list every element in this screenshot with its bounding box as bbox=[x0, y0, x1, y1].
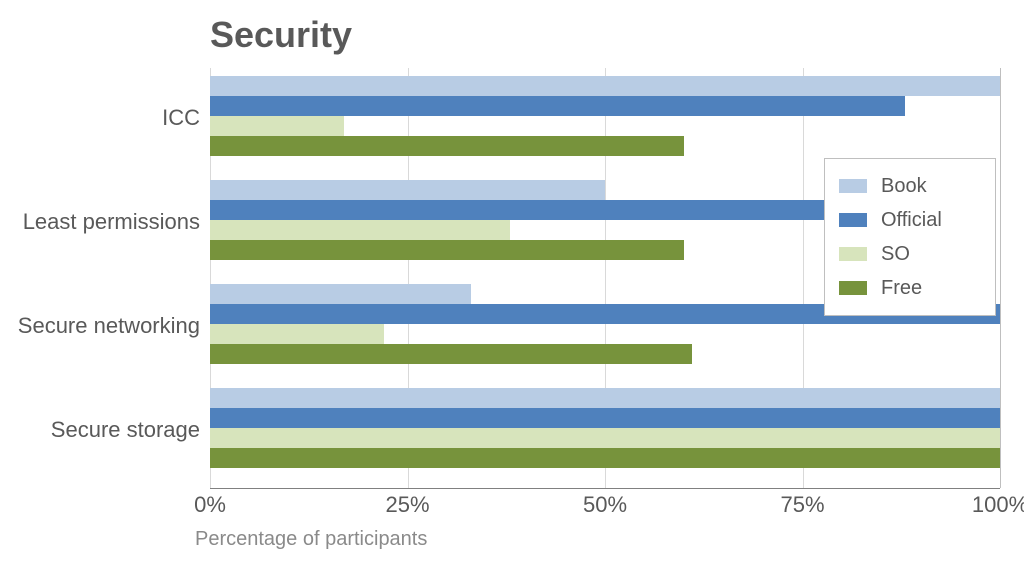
legend-item-so: SO bbox=[839, 237, 981, 271]
bar-icc-free bbox=[210, 136, 684, 156]
legend-label-book: Book bbox=[881, 175, 927, 198]
x-tick-100: 100% bbox=[972, 492, 1024, 518]
legend-label-free: Free bbox=[881, 277, 922, 300]
bar-icc-so bbox=[210, 116, 344, 136]
security-bar-chart: Security ICC Least permissions Secure ne… bbox=[0, 0, 1024, 572]
x-tick-0: 0% bbox=[194, 492, 226, 518]
bar-ss-free bbox=[210, 448, 1000, 468]
swatch-so bbox=[839, 247, 867, 261]
legend-item-free: Free bbox=[839, 271, 981, 305]
group-secure-storage bbox=[210, 388, 1000, 484]
y-tick-least-permissions: Least permissions bbox=[10, 210, 200, 234]
swatch-official bbox=[839, 213, 867, 227]
bar-sn-free bbox=[210, 344, 692, 364]
plot-area: Book Official SO Free bbox=[210, 68, 1000, 488]
bar-ss-so bbox=[210, 428, 1000, 448]
x-axis-label: Percentage of participants bbox=[195, 528, 427, 551]
swatch-free bbox=[839, 281, 867, 295]
legend-label-official: Official bbox=[881, 209, 942, 232]
bar-sn-so bbox=[210, 324, 384, 344]
legend-label-so: SO bbox=[881, 243, 910, 266]
bar-lp-book bbox=[210, 180, 605, 200]
x-tick-25: 25% bbox=[385, 492, 429, 518]
swatch-book bbox=[839, 179, 867, 193]
legend-item-official: Official bbox=[839, 203, 981, 237]
bar-icc-official bbox=[210, 96, 905, 116]
x-tick-50: 50% bbox=[583, 492, 627, 518]
gridline-100 bbox=[1000, 68, 1001, 488]
legend: Book Official SO Free bbox=[824, 158, 996, 316]
legend-item-book: Book bbox=[839, 169, 981, 203]
y-tick-secure-storage: Secure storage bbox=[10, 418, 200, 442]
bar-ss-official bbox=[210, 408, 1000, 428]
y-tick-secure-networking: Secure networking bbox=[10, 314, 200, 338]
bar-sn-book bbox=[210, 284, 471, 304]
bar-icc-book bbox=[210, 76, 1000, 96]
bar-lp-so bbox=[210, 220, 510, 240]
y-tick-icc: ICC bbox=[10, 106, 200, 130]
bar-ss-book bbox=[210, 388, 1000, 408]
bar-lp-free bbox=[210, 240, 684, 260]
chart-title: Security bbox=[210, 14, 352, 56]
bar-lp-official bbox=[210, 200, 842, 220]
x-axis-line bbox=[210, 488, 1000, 489]
x-tick-75: 75% bbox=[780, 492, 824, 518]
